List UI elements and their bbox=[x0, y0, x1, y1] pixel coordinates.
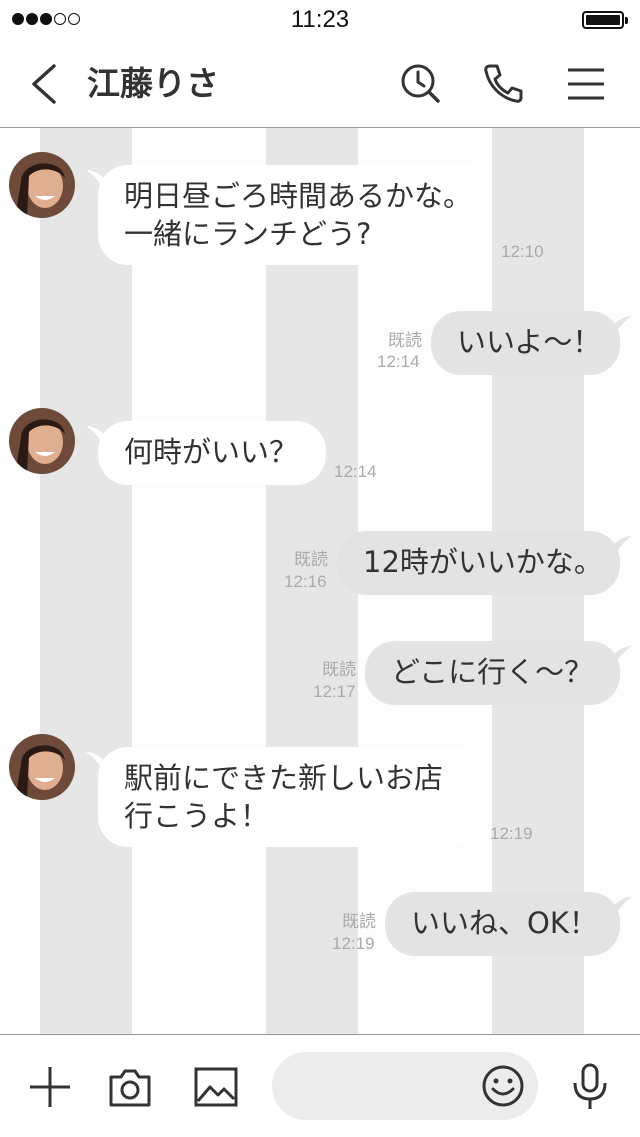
camera-icon[interactable] bbox=[106, 1063, 154, 1111]
message-bubble[interactable]: 駅前にできた新しいお店 行こうよ！ bbox=[98, 747, 481, 847]
chat-header: 江藤りさ bbox=[0, 40, 640, 128]
menu-icon[interactable] bbox=[562, 60, 610, 108]
microphone-icon[interactable] bbox=[566, 1063, 614, 1111]
composer-bar bbox=[0, 1034, 640, 1137]
clock-search-icon[interactable] bbox=[396, 60, 444, 108]
image-icon[interactable] bbox=[192, 1063, 240, 1111]
message-time: 12:17 bbox=[313, 682, 356, 701]
message-time: 12:19 bbox=[490, 824, 533, 843]
message-time: 12:10 bbox=[501, 242, 544, 261]
contact-avatar[interactable] bbox=[9, 734, 75, 800]
status-bar: 11:23 bbox=[0, 0, 640, 40]
chat-title: 江藤りさ bbox=[87, 64, 219, 103]
chat-log[interactable]: 明日昼ごろ時間あるかな。 一緒にランチどう? 12:10 既読 12:14 いい… bbox=[0, 128, 640, 1034]
message-bubble[interactable]: いいよ～！ bbox=[431, 311, 620, 375]
message-time: 12:16 bbox=[284, 572, 327, 591]
phone-icon[interactable] bbox=[480, 60, 528, 108]
message-input-field[interactable] bbox=[272, 1052, 538, 1120]
status-time: 11:23 bbox=[290, 6, 350, 33]
emoji-icon[interactable] bbox=[481, 1064, 525, 1108]
message-bubble[interactable]: 何時がいい？ bbox=[98, 421, 326, 485]
message-time: 12:14 bbox=[377, 352, 420, 371]
message-time: 12:19 bbox=[332, 934, 375, 953]
message-bubble[interactable]: 明日昼ごろ時間あるかな。 一緒にランチどう? bbox=[98, 165, 492, 265]
read-receipt: 既読 bbox=[294, 550, 328, 570]
read-receipt: 既読 bbox=[322, 660, 356, 680]
message-input[interactable] bbox=[296, 1066, 490, 1108]
message-bubble[interactable]: いいね、OK！ bbox=[385, 892, 620, 956]
read-receipt: 既読 bbox=[388, 331, 422, 351]
message-bubble[interactable]: 12時がいいかな。 bbox=[337, 531, 620, 595]
read-receipt: 既読 bbox=[342, 912, 376, 932]
message-bubble[interactable]: どこに行く～？ bbox=[365, 641, 620, 705]
battery-icon bbox=[582, 11, 628, 29]
contact-avatar[interactable] bbox=[9, 152, 75, 218]
contact-avatar[interactable] bbox=[9, 408, 75, 474]
plus-icon[interactable] bbox=[26, 1063, 74, 1111]
message-time: 12:14 bbox=[334, 462, 377, 481]
back-chevron-icon[interactable] bbox=[26, 62, 66, 106]
